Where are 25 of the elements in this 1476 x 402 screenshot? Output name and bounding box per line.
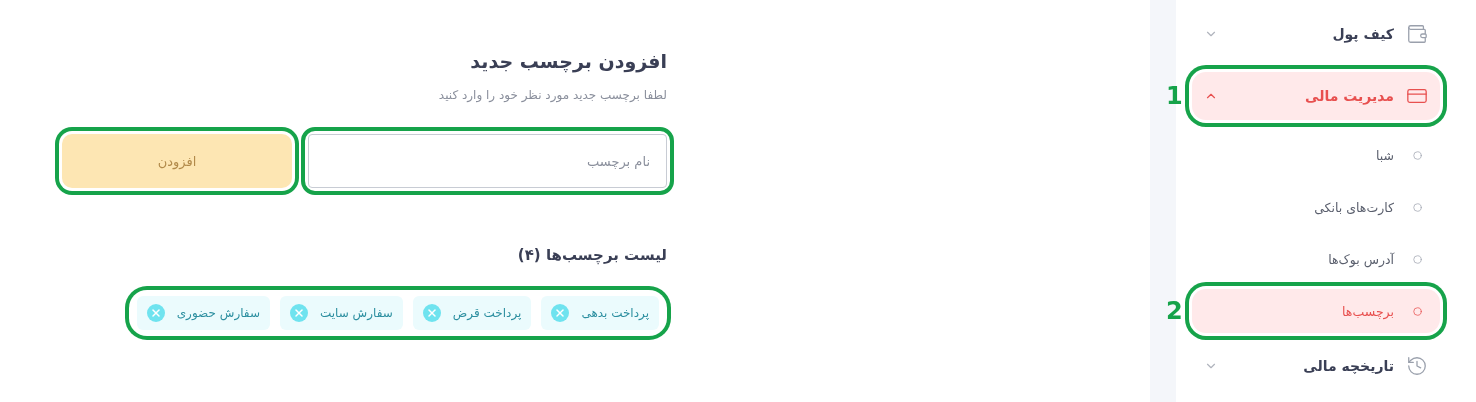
bullet-icon bbox=[1412, 254, 1422, 264]
tag-chip: پرداخت قرض bbox=[412, 296, 532, 330]
tag-list-title: لیست برچسب‌ها (۴) bbox=[516, 246, 667, 264]
step-number: 2 bbox=[1166, 297, 1183, 325]
form-subtitle: لطفا برچسب جدید مورد نظر خود را وارد کنید bbox=[437, 88, 667, 102]
tag-chip: پرداخت بدهی bbox=[541, 296, 659, 330]
tag-chip: سفارش سایت bbox=[279, 296, 403, 330]
remove-icon[interactable] bbox=[289, 304, 308, 322]
menu-item[interactable]: آدرس بوک‌ها bbox=[1192, 237, 1440, 281]
bullet-icon bbox=[1412, 306, 1422, 316]
tag-chip: سفارش حضوری bbox=[136, 296, 270, 330]
bullet-icon bbox=[1412, 202, 1422, 212]
history-icon bbox=[1406, 355, 1428, 377]
menu-group[interactable]: تاریخچه مالی bbox=[1192, 342, 1440, 390]
form-title: افزودن برچسب جدید bbox=[469, 50, 667, 72]
bullet-icon bbox=[1412, 150, 1422, 160]
menu-group[interactable]: کیف پول bbox=[1192, 10, 1440, 58]
wallet-icon bbox=[1406, 23, 1428, 45]
menu-item[interactable]: شبا bbox=[1192, 133, 1440, 177]
tag-name-field[interactable]: نام برچسب bbox=[301, 127, 674, 195]
menu-item[interactable]: کارت‌های بانکی bbox=[1192, 185, 1440, 229]
remove-icon[interactable] bbox=[146, 304, 165, 322]
step-number: 1 bbox=[1166, 82, 1183, 110]
remove-icon[interactable] bbox=[422, 304, 441, 322]
remove-icon[interactable] bbox=[551, 304, 570, 322]
